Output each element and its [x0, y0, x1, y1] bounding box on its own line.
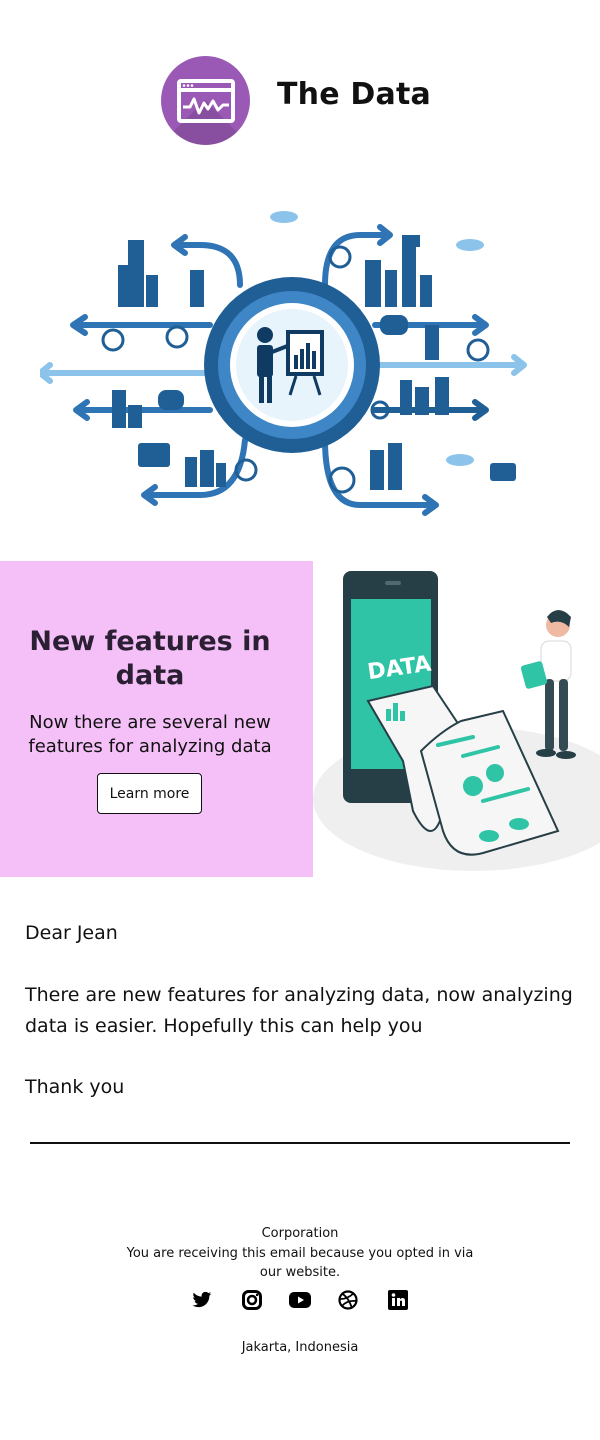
- logo: [161, 56, 250, 145]
- data-report-illustration: DATA: [313, 571, 600, 871]
- divider: [30, 1142, 570, 1144]
- feature-description: Now there are several new features for a…: [28, 712, 272, 757]
- social-links: [0, 1288, 600, 1312]
- analytics-window-icon: [177, 79, 235, 123]
- learn-more-button[interactable]: Learn more: [97, 773, 202, 814]
- letter-greeting: Dear Jean: [25, 922, 118, 944]
- letter-closing: Thank you: [25, 1076, 125, 1098]
- feature-title: New features in data: [29, 626, 271, 691]
- brand-title: The Data: [277, 77, 431, 112]
- youtube-icon[interactable]: [288, 1288, 312, 1312]
- data-network-illustration: [40, 211, 527, 516]
- dribbble-icon[interactable]: [336, 1288, 360, 1312]
- letter-message: There are new features for analyzing dat…: [25, 984, 573, 1037]
- feature-section: New features in data Now there are sever…: [0, 561, 600, 877]
- instagram-icon[interactable]: [240, 1288, 264, 1312]
- footer-address: Jakarta, Indonesia: [241, 1340, 359, 1355]
- footer-note: You are receiving this email because you…: [126, 1246, 474, 1280]
- twitter-icon[interactable]: [190, 1288, 214, 1312]
- feature-panel: New features in data Now there are sever…: [0, 561, 313, 877]
- linkedin-icon[interactable]: [386, 1288, 410, 1312]
- footer-company: Corporation: [261, 1226, 339, 1241]
- email-header: The Data: [0, 40, 600, 160]
